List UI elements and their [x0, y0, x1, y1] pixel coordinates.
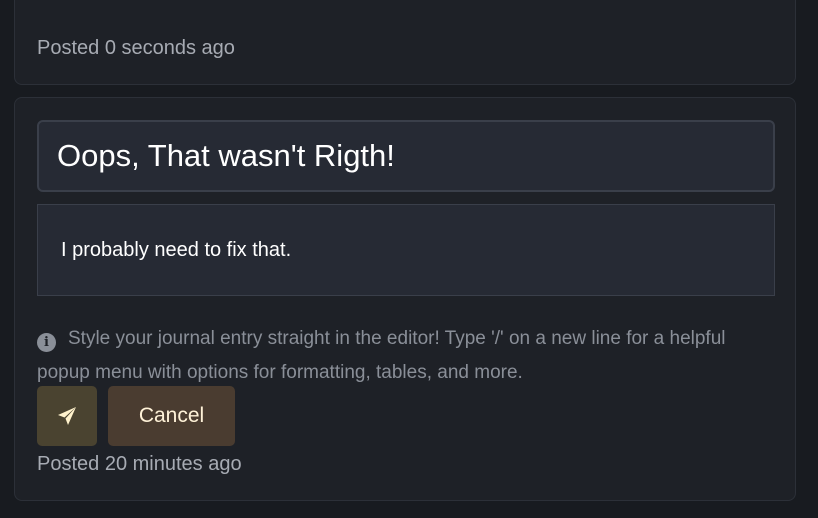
entry-body-text[interactable]: I probably need to fix that. — [61, 239, 291, 261]
journal-page: Posted 0 seconds ago Oops, That wasn't R… — [0, 0, 818, 518]
entry-title-input[interactable]: Oops, That wasn't Rigth! — [37, 120, 775, 192]
posted-time: Posted 20 minutes ago — [37, 453, 242, 475]
posted-time: Posted 0 seconds ago — [37, 37, 235, 59]
entry-body-editor[interactable]: I probably need to fix that. — [37, 204, 775, 296]
paper-plane-icon — [58, 407, 76, 425]
help-text: Style your journal entry straight in the… — [37, 328, 726, 383]
editor-help-text: i Style your journal entry straight in th… — [37, 322, 767, 390]
submit-button[interactable] — [37, 386, 97, 446]
cancel-button[interactable]: Cancel — [108, 386, 235, 446]
edit-entry-card: Oops, That wasn't Rigth! I probably need… — [14, 97, 796, 501]
previous-entry-card: Posted 0 seconds ago — [14, 0, 796, 85]
info-icon: i — [37, 333, 56, 352]
